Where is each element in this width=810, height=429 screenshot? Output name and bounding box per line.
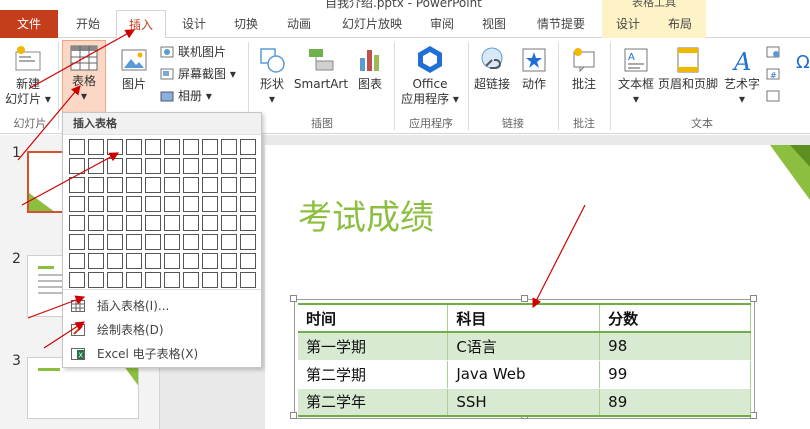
annotation-arrows [17, 29, 586, 349]
annotation-arrow [21, 152, 120, 206]
annotation-arrow [532, 204, 586, 309]
annotation-arrow [17, 85, 81, 161]
annotation-arrow [29, 29, 136, 89]
annotation-arrow [43, 321, 86, 349]
annotation-arrow [27, 295, 86, 319]
